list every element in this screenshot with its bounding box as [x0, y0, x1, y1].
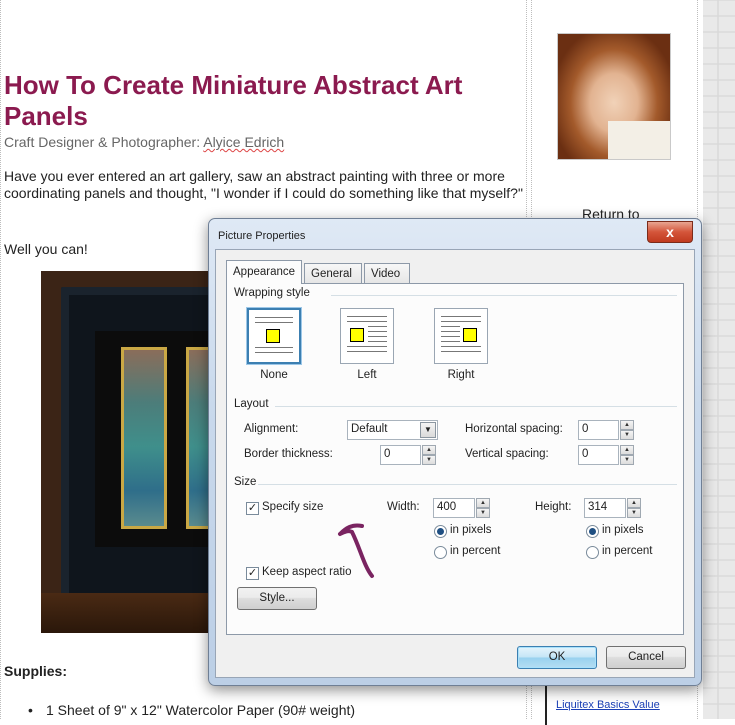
wrap-left-label: Left	[357, 369, 377, 381]
picture-square-icon	[463, 328, 477, 342]
ok-button[interactable]: OK	[517, 646, 597, 669]
author-photo	[557, 33, 671, 160]
tab-appearance[interactable]: Appearance	[226, 260, 302, 284]
author-photo-shirt	[608, 121, 670, 159]
horizontal-spacing-input[interactable]: 0	[578, 420, 619, 440]
width-in-pixels-label: in pixels	[450, 524, 492, 536]
supply-item: 1 Sheet of 9" x 12" Watercolor Paper (90…	[28, 702, 356, 718]
spin-up-icon[interactable]: ▲	[476, 498, 490, 508]
article-title: How To Create Miniature Abstract Art Pan…	[4, 70, 463, 131]
article: How To Create Miniature Abstract Art Pan…	[4, 70, 524, 202]
wrap-left-option[interactable]	[340, 308, 394, 364]
wrap-none-option[interactable]	[247, 308, 301, 364]
spin-down-icon[interactable]: ▼	[620, 430, 634, 440]
height-in-pixels-radio[interactable]	[586, 525, 599, 538]
photo-table	[41, 593, 219, 633]
spin-down-icon[interactable]: ▼	[627, 508, 641, 518]
width-input[interactable]: 400	[433, 498, 475, 518]
vertical-spacing-label: Vertical spacing:	[465, 448, 549, 460]
supply-item-text: 1 Sheet of 9" x 12" Watercolor Paper (90…	[46, 702, 356, 718]
vertical-spacing-input[interactable]: 0	[578, 445, 619, 465]
intro-paragraph-2: Well you can!	[4, 241, 88, 257]
intro-paragraph: Have you ever entered an art gallery, sa…	[4, 168, 523, 201]
alignment-label: Alignment:	[244, 423, 299, 435]
spin-down-icon[interactable]: ▼	[620, 455, 634, 465]
height-label: Height:	[535, 501, 572, 513]
width-in-pixels-radio[interactable]	[434, 525, 447, 538]
height-in-pixels-label: in pixels	[602, 524, 644, 536]
byline-prefix: Craft Designer & Photographer:	[4, 134, 204, 150]
wrap-right-option[interactable]	[434, 308, 488, 364]
specify-size-checkbox[interactable]: ✓	[246, 502, 259, 515]
vertical-spacing-spinner[interactable]: ▲ ▼	[620, 445, 634, 465]
border-thickness-input[interactable]: 0	[380, 445, 421, 465]
alignment-select[interactable]: Default ▼	[347, 420, 438, 440]
spin-down-icon[interactable]: ▼	[476, 508, 490, 518]
height-in-percent-radio[interactable]	[586, 546, 599, 559]
appearance-tab-page: Wrapping style None Left Right Layout Al…	[226, 283, 684, 635]
width-spinner[interactable]: ▲ ▼	[476, 498, 490, 518]
style-button[interactable]: Style...	[237, 587, 317, 610]
dropdown-arrow-icon[interactable]: ▼	[420, 422, 436, 438]
spin-up-icon[interactable]: ▲	[620, 420, 634, 430]
width-in-percent-label: in percent	[450, 545, 501, 557]
group-divider	[275, 406, 677, 407]
wrapping-style-label: Wrapping style	[234, 287, 310, 299]
height-in-percent-label: in percent	[602, 545, 653, 557]
byline-author: Alyice Edrich	[203, 134, 285, 150]
layout-label: Layout	[234, 398, 269, 410]
hand-drawn-arrow-annotation	[338, 523, 374, 578]
group-divider	[331, 295, 677, 296]
alignment-value: Default	[351, 423, 388, 435]
height-input[interactable]: 314	[584, 498, 626, 518]
spin-up-icon[interactable]: ▲	[422, 445, 436, 455]
spin-up-icon[interactable]: ▲	[620, 445, 634, 455]
picture-square-icon	[350, 328, 364, 342]
page-gutter	[703, 0, 735, 719]
width-in-percent-radio[interactable]	[434, 546, 447, 559]
wrap-none-label: None	[260, 369, 288, 381]
close-icon: x	[666, 224, 674, 240]
horizontal-spacing-spinner[interactable]: ▲ ▼	[620, 420, 634, 440]
tab-general[interactable]: General	[304, 263, 362, 283]
dialog-title: Picture Properties	[218, 230, 306, 242]
close-button[interactable]: x	[647, 221, 693, 243]
border-thickness-label: Border thickness:	[244, 448, 333, 460]
wrap-right-label: Right	[447, 369, 475, 381]
sidebar-link[interactable]: Liquitex Basics Value	[556, 699, 660, 711]
height-spinner[interactable]: ▲ ▼	[627, 498, 641, 518]
border-thickness-spinner[interactable]: ▲ ▼	[422, 445, 436, 465]
picture-square-icon	[266, 329, 280, 343]
cancel-button[interactable]: Cancel	[606, 646, 686, 669]
specify-size-label: Specify size	[262, 501, 324, 513]
spin-down-icon[interactable]: ▼	[422, 455, 436, 465]
size-label: Size	[234, 476, 257, 488]
supplies-heading: Supplies:	[4, 663, 68, 679]
horizontal-spacing-label: Horizontal spacing:	[465, 423, 563, 435]
tab-video[interactable]: Video	[364, 263, 410, 283]
keep-aspect-ratio-checkbox[interactable]: ✓	[246, 567, 259, 580]
group-divider	[258, 484, 677, 485]
dialog-client: Appearance General Video Wrapping style …	[215, 249, 695, 678]
art-panel	[121, 347, 167, 529]
byline: Craft Designer & Photographer: Alyice Ed…	[4, 134, 524, 150]
spin-up-icon[interactable]: ▲	[627, 498, 641, 508]
width-label: Width:	[387, 501, 420, 513]
picture-properties-dialog: Picture Properties x Appearance General …	[208, 218, 702, 686]
art-panels-photo[interactable]	[41, 271, 219, 633]
